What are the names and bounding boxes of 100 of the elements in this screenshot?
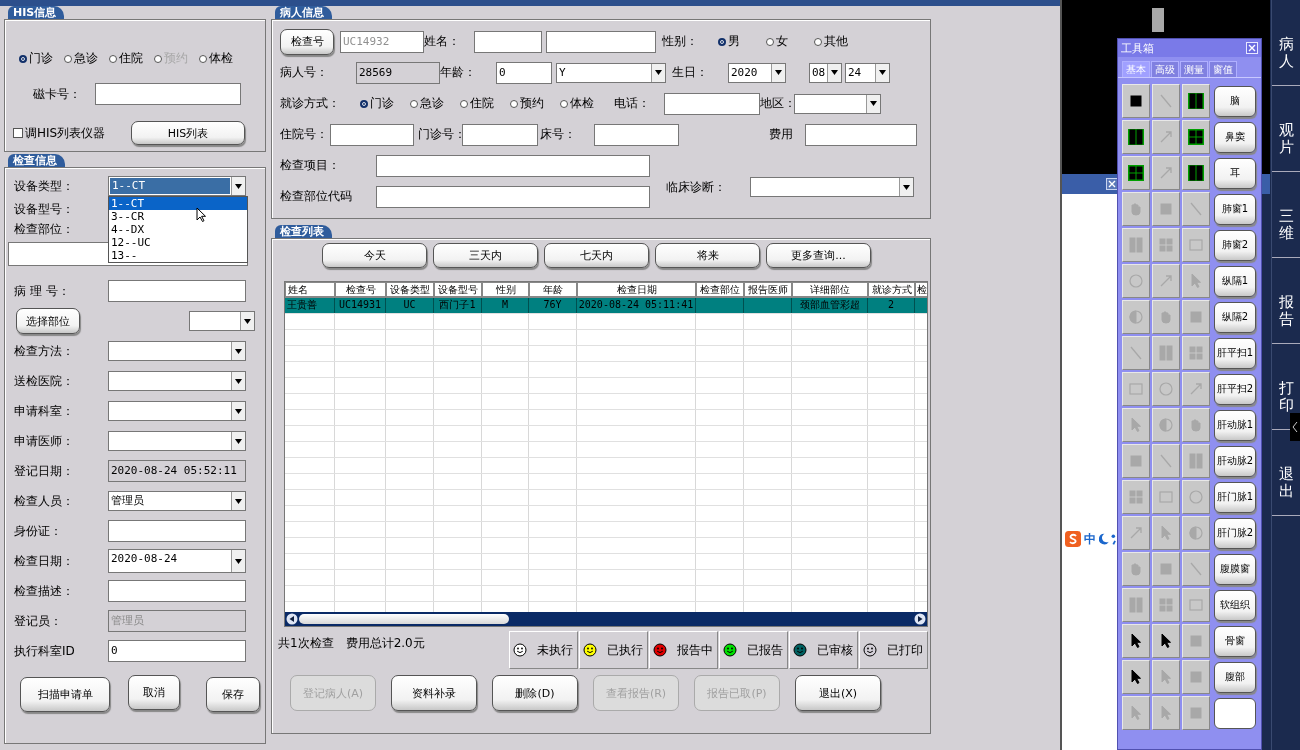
column-header[interactable]: 详细部位 [792, 282, 868, 297]
text-field[interactable] [594, 123, 679, 146]
dropdown-option[interactable]: 12--UC [109, 236, 247, 249]
radio-button[interactable]: 急诊 [64, 50, 98, 67]
text-field[interactable] [330, 123, 414, 146]
text-field[interactable]: 0 [496, 61, 552, 84]
button[interactable]: 更多查询... [766, 243, 871, 268]
button[interactable]: 骨窗 [1214, 625, 1256, 657]
column-header[interactable]: 性别 [482, 282, 529, 297]
tool-button[interactable] [1122, 120, 1150, 154]
column-header[interactable]: 报告医师 [744, 282, 792, 297]
button[interactable] [1214, 697, 1256, 729]
dropdown[interactable]: 2020 [728, 62, 786, 83]
text-field[interactable]: 0 [108, 640, 246, 662]
radio-button[interactable]: 女 [766, 33, 814, 50]
column-header[interactable]: 检查部位 [696, 282, 744, 297]
dropdown[interactable] [189, 311, 255, 331]
nav-item[interactable]: 退出 [1279, 466, 1294, 499]
button[interactable]: 软组织 [1214, 589, 1256, 621]
button[interactable]: HIS列表 [131, 121, 245, 145]
text-field[interactable] [108, 520, 246, 542]
text-field[interactable] [462, 123, 538, 146]
column-header[interactable]: 检查日期 [577, 282, 696, 297]
dropdown[interactable]: 24 [845, 62, 890, 83]
dropdown-option[interactable]: 3--CR [109, 210, 247, 223]
text-field[interactable] [108, 280, 246, 302]
text-field[interactable] [664, 92, 760, 115]
button[interactable]: 腹部 [1214, 661, 1256, 693]
column-header[interactable]: 年龄 [529, 282, 577, 297]
radio-button[interactable]: 男 [718, 33, 766, 50]
button[interactable]: 资料补录 [391, 675, 477, 711]
button[interactable]: 肺窗1 [1214, 193, 1256, 225]
button[interactable]: 选择部位 [16, 308, 80, 334]
dropdown[interactable] [108, 341, 246, 361]
column-header[interactable]: 设备型号 [434, 282, 482, 297]
button[interactable]: 将来 [655, 243, 760, 268]
tool-button[interactable] [1122, 84, 1150, 118]
scroll-thumb[interactable] [299, 614, 509, 624]
button[interactable]: 耳 [1214, 157, 1256, 189]
button[interactable]: 肝平扫1 [1214, 337, 1256, 369]
button[interactable]: 扫描申请单 [20, 677, 110, 712]
tool-button[interactable] [1182, 120, 1210, 154]
radio-button[interactable]: 体检 [199, 50, 233, 67]
button[interactable]: 肝门脉1 [1214, 481, 1256, 513]
button[interactable]: 取消 [128, 675, 180, 710]
dropdown[interactable]: 管理员 [108, 491, 246, 511]
status-button[interactable]: 已执行 [579, 631, 648, 669]
dropdown[interactable]: Y [556, 62, 666, 83]
horizontal-scrollbar[interactable] [285, 612, 927, 626]
status-button[interactable]: 报告中 [649, 631, 718, 669]
button[interactable]: 纵隔2 [1214, 301, 1256, 333]
status-button[interactable]: 已审核 [789, 631, 858, 669]
button[interactable]: 检查号 [280, 28, 334, 55]
nav-item[interactable]: 病人 [1279, 36, 1294, 69]
button[interactable]: 鼻窦 [1214, 121, 1256, 153]
dropdown[interactable]: 1--CT [108, 176, 246, 196]
button[interactable]: 肝平扫2 [1214, 373, 1256, 405]
button[interactable]: 纵隔1 [1214, 265, 1256, 297]
text-field[interactable] [95, 83, 241, 105]
column-header[interactable]: 就诊方式 [868, 282, 915, 297]
dropdown-option[interactable]: 13-- [109, 249, 247, 262]
button[interactable]: 脑 [1214, 85, 1256, 117]
radio-button[interactable]: 门诊 [360, 95, 410, 112]
tool-button[interactable] [1122, 660, 1150, 694]
radio-button[interactable]: 急诊 [410, 95, 460, 112]
button[interactable]: 保存 [206, 677, 260, 712]
button[interactable]: 腹膜窗 [1214, 553, 1256, 585]
table-row[interactable]: 王贵善 UC14931 UC 西门子1 M 76Y 2020-08-24 05:11:41 颈部血管彩超 2 [285, 298, 927, 314]
nav-item[interactable]: 打印 [1279, 380, 1294, 413]
checkbox[interactable]: 调HIS列表仪器 [13, 124, 106, 142]
radio-button[interactable]: 住院 [460, 95, 510, 112]
button[interactable]: 肝动脉2 [1214, 445, 1256, 477]
tool-button[interactable] [1122, 624, 1150, 658]
dropdown[interactable]: 08 [809, 62, 842, 83]
tool-button[interactable] [1122, 156, 1150, 190]
column-header[interactable]: 检 [915, 282, 927, 297]
radio-button[interactable]: 住院 [109, 50, 143, 67]
scroll-thumb[interactable] [1152, 8, 1164, 32]
column-header[interactable]: 姓名 [285, 282, 335, 297]
button[interactable]: 肺窗2 [1214, 229, 1256, 261]
button[interactable]: 肝动脉1 [1214, 409, 1256, 441]
dropdown[interactable]: 2020-08-24 [108, 549, 246, 573]
text-field[interactable] [376, 185, 650, 208]
text-field[interactable] [805, 123, 917, 146]
button[interactable]: 七天内 [544, 243, 649, 268]
dropdown-option[interactable]: 4--DX [109, 223, 247, 236]
text-field[interactable] [474, 30, 542, 53]
nav-item[interactable]: 观片 [1279, 122, 1294, 155]
radio-button[interactable]: 体检 [560, 95, 610, 112]
nav-item[interactable]: 报告 [1279, 294, 1294, 327]
button[interactable]: 肝门脉2 [1214, 517, 1256, 549]
input-mode-label[interactable]: 中 [1084, 530, 1097, 548]
tool-button[interactable] [1182, 156, 1210, 190]
dropdown[interactable] [108, 401, 246, 421]
dropdown-option[interactable]: 1--CT [109, 197, 247, 210]
column-header[interactable]: 设备类型 [386, 282, 434, 297]
dropdown[interactable] [750, 177, 914, 197]
status-button[interactable]: 未执行 [509, 631, 578, 669]
dropdown[interactable] [108, 431, 246, 451]
dropdown[interactable] [794, 93, 881, 114]
